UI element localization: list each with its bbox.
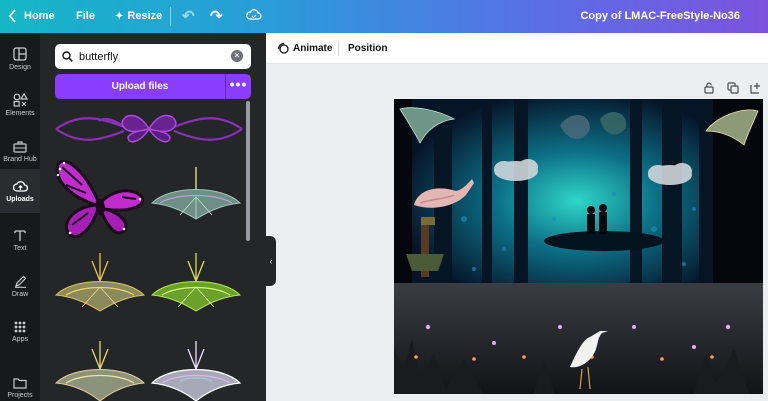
context-divider [338,41,339,56]
cloud-save-icon[interactable] [246,8,262,21]
upload-files-button[interactable]: Upload files ••• [55,74,251,99]
more-options-button[interactable]: ••• [226,74,251,99]
animate-icon [277,42,289,54]
upload-thumbnail[interactable] [150,339,242,401]
rail-item-apps[interactable]: Apps [0,312,40,352]
upload-thumbnail[interactable] [150,163,242,223]
draw-icon [14,275,26,288]
undo-icon[interactable]: ↶ [182,7,195,25]
animate-button[interactable]: Animate [277,42,332,54]
rail-item-text[interactable]: Text [0,220,40,260]
design-icon [13,47,27,61]
apps-icon [14,321,26,333]
top-bar: Home File ✦ Resize ↶ ↷ Copy of LMAC-Free… [0,0,768,33]
position-button[interactable]: Position [348,43,387,54]
rail-item-label: Projects [7,392,33,399]
rail-item-label: Design [9,64,31,71]
rail-item-draw[interactable]: Draw [0,266,40,306]
elements-icon [13,93,28,107]
topbar-divider [170,7,171,26]
collapse-panel-handle[interactable]: ‹ [266,236,276,286]
document-title[interactable]: Copy of LMAC-FreeStyle-No36 [580,10,740,22]
sparkle-icon: ✦ [115,10,124,22]
duplicate-page-icon[interactable] [727,81,739,99]
rail-item-uploads[interactable]: Uploads [0,169,40,213]
add-page-icon[interactable] [750,81,762,99]
rail-item-projects[interactable]: Projects [0,368,40,401]
design-canvas[interactable] [394,99,763,394]
file-menu-button[interactable]: File [76,10,95,22]
context-toolbar: Animate Position [266,33,768,64]
upload-thumbnail[interactable] [54,339,146,401]
upload-thumbnail[interactable] [54,109,244,149]
upload-thumbnail[interactable] [52,155,148,241]
gold-wing-image [54,253,146,312]
rail-item-label: Brand Hub [3,155,37,163]
rail-item-label: Text [13,244,27,252]
resize-button[interactable]: ✦ Resize [115,10,162,22]
search-input[interactable] [79,50,219,63]
rail-item-design[interactable]: Design [0,39,40,79]
search-icon [62,51,73,62]
uploads-icon [12,180,28,192]
redo-icon[interactable]: ↷ [210,7,223,25]
back-chevron-icon[interactable] [8,9,17,23]
animate-label: Animate [293,42,333,54]
brand-hub-icon [13,140,27,153]
iridescent-wing-image [150,341,242,401]
pink-butterfly-image [55,159,145,238]
resize-label: Resize [127,10,163,22]
teal-wing-image [150,167,242,220]
rail-item-label: Apps [12,336,28,343]
fantasy-forest-artwork-image [394,99,763,394]
rail-item-elements[interactable]: Elements [0,85,40,125]
rail-item-label: Uploads [6,195,34,203]
upload-files-label: Upload files [111,81,169,92]
left-rail: Design Elements Brand Hub Uploads Text D… [0,33,40,401]
clear-search-icon[interactable]: ✕ [231,50,243,62]
uploads-panel: ✕ Upload files ••• [40,33,266,401]
pale-gold-wing-image [54,341,146,401]
upload-thumbnail[interactable] [54,251,146,315]
projects-icon [13,378,27,389]
rail-item-brand-hub[interactable]: Brand Hub [0,131,40,171]
rail-item-label: Elements [5,110,35,117]
green-wing-image [150,253,242,312]
text-icon [14,229,26,241]
search-box: ✕ [55,44,251,69]
upload-thumbnail[interactable] [150,251,242,315]
purple-butterfly-ornament-image [55,114,243,143]
home-button[interactable]: Home [24,10,55,22]
panel-scrollbar[interactable] [246,101,250,241]
lock-icon[interactable] [704,81,714,99]
rail-item-label: Draw [11,290,29,298]
